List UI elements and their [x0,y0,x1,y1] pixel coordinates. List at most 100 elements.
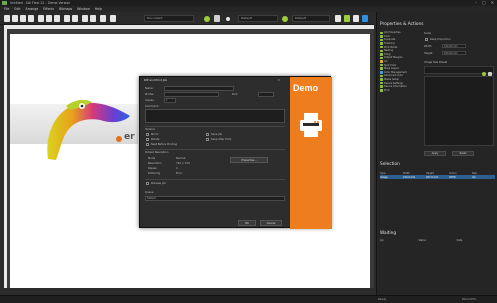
col-width: Width [403,171,410,175]
tree-icon [380,53,383,56]
printer-icon[interactable] [353,15,359,22]
width-input[interactable]: 100.00 mm [442,44,466,48]
menu-arrange[interactable]: Arrange [26,7,39,11]
mirror-checkbox[interactable] [146,133,149,136]
tree-icon [380,49,383,53]
printer-select[interactable] [164,92,219,97]
waiting-panel-title: Waiting [380,231,397,236]
apply-button[interactable]: Apply [424,151,446,156]
cancel-button[interactable]: Cancel [260,220,282,226]
dialog-close-button[interactable]: ✕ [277,78,280,82]
copies-input[interactable]: 1 [164,98,176,103]
cursor-icon[interactable] [214,15,220,22]
maximize-button[interactable]: □ [482,0,486,5]
undo-icon[interactable] [64,15,70,22]
resolution-label: Resolution [148,162,162,165]
image-size-preset-label: Image Size Preset [424,61,448,64]
preview-job-label: Preview Job [151,182,166,185]
top-ruler[interactable] [4,25,374,29]
dialog-body: Name: Printer: Port: Copies: 1 Comment: … [140,83,290,229]
brand-text: er [124,132,135,142]
keep-proportion-label: Keep Proportion [430,38,451,41]
preset-preview-area [424,76,494,146]
zoom-icon[interactable] [82,15,88,22]
menu-help[interactable]: Help [95,7,102,11]
production-manager-icon[interactable] [362,15,368,22]
close-button[interactable]: ✕ [491,0,494,5]
new-document-icon[interactable] [4,15,10,22]
print-icon[interactable] [28,15,34,22]
comment-label: Comment: [145,105,159,108]
rip-queue-icon[interactable] [344,15,350,22]
port-label: Port: [232,93,239,96]
tree-icon [380,38,383,42]
minimize-button[interactable]: – [475,0,477,5]
keep-proportion-checkbox[interactable] [425,38,428,41]
col-type: Type [380,171,386,175]
save-job-checkbox[interactable] [206,133,209,136]
paste-icon[interactable] [54,15,60,22]
tree-icon [380,56,383,60]
menu-effects[interactable]: Effects [43,7,54,11]
cut-icon[interactable] [38,15,44,22]
color-green-icon[interactable] [282,16,288,22]
table-row[interactable]: Image 210.0 mm 297.0 mm CMYK Inh [380,175,495,179]
tree-icon [380,31,383,35]
default-dropdown-2[interactable]: Default [292,15,330,22]
menu-bitmaps[interactable]: Bitmaps [59,7,72,11]
col-size: Size [472,171,477,175]
width-label: Width [424,45,432,48]
reset-button[interactable]: Reset [452,151,474,156]
resolution-value: 720 × 720 [176,162,190,165]
output-resolution-label: Output Resolution [145,151,169,154]
menu-edit[interactable]: Edit [14,7,20,11]
default-dropdown-1[interactable]: Default [238,15,278,22]
sync-icon[interactable] [335,15,341,22]
menu-window[interactable]: Window [77,7,90,11]
brand-accent-icon [116,136,122,142]
queue-select[interactable]: Default [145,196,285,201]
import-icon[interactable] [100,15,106,22]
ok-button[interactable]: OK [238,220,256,226]
grid-icon[interactable] [90,15,96,22]
tree-icon [380,60,383,63]
demo-label: Demo [293,83,319,93]
tree-icon [380,74,383,78]
copy-icon[interactable] [46,15,52,22]
save-job-label: Save Job [211,133,223,136]
tree-icon [380,71,383,74]
job-properties-tree: Job Properties Color Duplicate Finishing… [380,31,420,92]
name-input[interactable] [164,86,234,91]
rip-print-dialog: RIP and Print Job ✕ Name: Printer: Port:… [139,76,332,229]
port-select[interactable] [258,92,274,97]
status-green-icon[interactable] [204,16,210,22]
selection-table: Type Width Height Colors Size Image 210.… [380,171,495,179]
rotate-checkbox[interactable] [146,138,149,141]
tree-icon [380,81,383,85]
dot-icon[interactable] [226,17,230,21]
keep-after-print-checkbox[interactable] [206,138,209,141]
redo-icon[interactable] [72,15,78,22]
chameleon-artwork[interactable] [26,64,134,174]
scale-label: Scale [424,32,431,35]
remove-preset-icon[interactable] [488,72,492,76]
col-colors: Colors [449,171,457,175]
left-ruler[interactable] [4,29,7,288]
height-input[interactable]: 100.00 mm [442,51,466,55]
tree-icon [380,78,383,81]
preview-job-checkbox[interactable] [146,182,149,185]
separator [145,126,285,127]
tree-item-print[interactable]: Print [380,89,420,93]
tree-icon [380,42,383,45]
properties-button[interactable]: Properties... [230,157,268,163]
save-icon[interactable] [20,15,26,22]
demo-banner: Demo [290,77,332,229]
properties-panel-title: Properties & Actions [380,22,424,27]
help-icon[interactable] [110,15,116,22]
document-dropdown[interactable]: Document [144,15,194,22]
comment-input[interactable] [145,109,285,123]
add-preset-icon[interactable] [482,72,486,76]
print-job-info-checkbox[interactable] [146,143,149,146]
menu-file[interactable]: File [4,7,9,11]
open-icon[interactable] [12,15,18,22]
